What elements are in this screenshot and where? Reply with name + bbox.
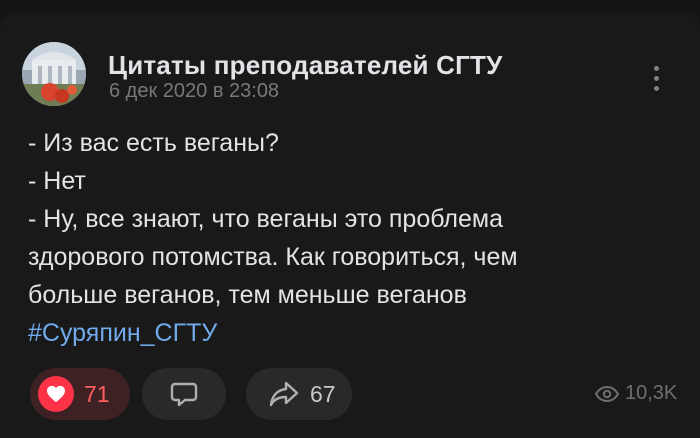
post-date[interactable]: 6 дек 2020 в 23:08 <box>109 80 279 103</box>
post-text-line: больше веганов, тем меньше веганов <box>28 281 467 309</box>
comment-icon <box>170 382 198 407</box>
community-name[interactable]: Цитаты преподавателей СГТУ <box>108 50 503 81</box>
post-text-line: - Из вас есть веганы? <box>28 129 279 157</box>
share-count: 67 <box>310 380 336 407</box>
share-button[interactable]: 67 <box>246 368 352 420</box>
hashtag-link[interactable]: #Суряпин_СГТУ <box>28 314 668 352</box>
menu-dot <box>653 75 659 81</box>
more-options-button[interactable] <box>636 56 676 100</box>
comment-button[interactable] <box>142 368 226 420</box>
community-avatar[interactable] <box>22 42 86 106</box>
post-card: Цитаты преподавателей СГТУ 6 дек 2020 в … <box>0 12 700 438</box>
post-text-line: - Ну, все знают, что веганы это проблема <box>28 205 503 233</box>
view-count: 10,3K <box>625 382 678 404</box>
post-text-line: здорового потомства. Как говориться, чем <box>28 243 518 271</box>
post-text: - Из вас есть веганы? - Нет - Ну, все зн… <box>28 124 668 352</box>
menu-dot <box>653 65 659 71</box>
heart-icon <box>38 376 74 412</box>
avatar-image <box>22 42 86 106</box>
eye-icon <box>595 385 619 402</box>
menu-dot <box>653 85 659 91</box>
post-text-line: - Нет <box>28 167 86 195</box>
view-counter: 10,3K <box>595 382 677 405</box>
like-button[interactable]: 71 <box>30 368 130 420</box>
share-arrow-icon <box>269 381 299 407</box>
like-count: 71 <box>84 380 110 407</box>
